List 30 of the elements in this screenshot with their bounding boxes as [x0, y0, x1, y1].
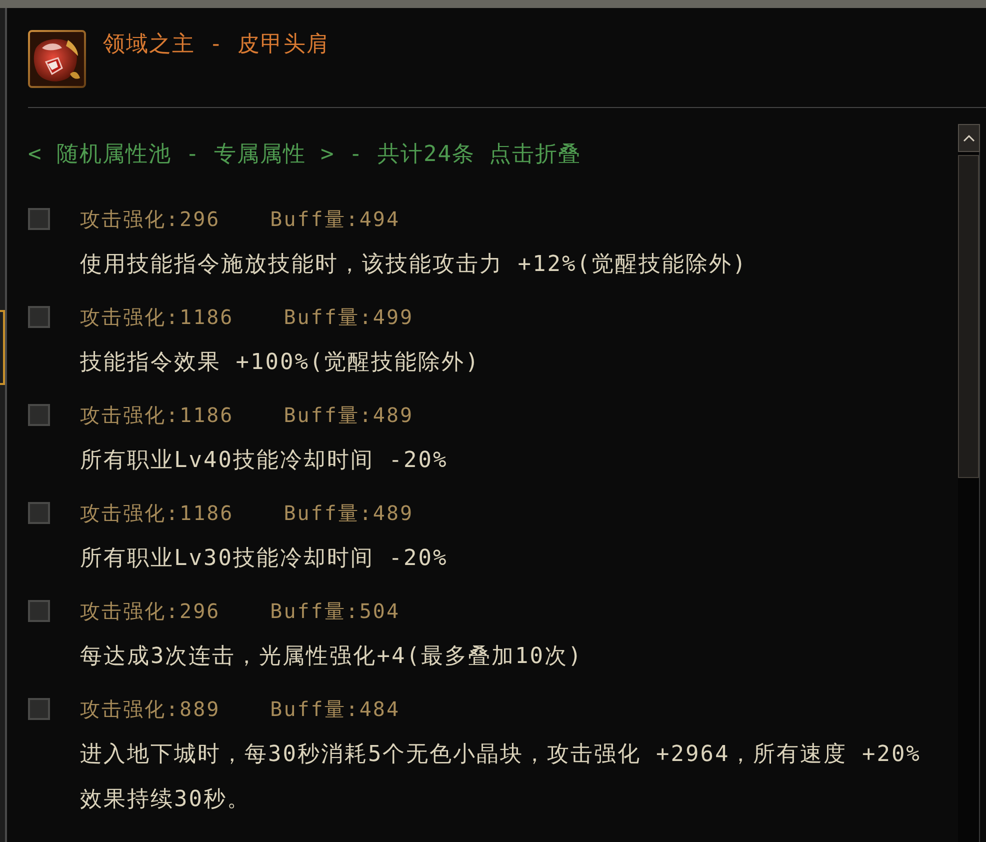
- buff-stat: Buff量:484: [270, 696, 400, 723]
- item-title: 领域之主 - 皮甲头肩: [103, 31, 330, 59]
- option-description: 使用技能指令施放技能时，该技能攻击力 +12%(觉醒技能除外): [80, 251, 748, 279]
- option-description: 技能指令效果 +100%(觉醒技能除外): [80, 349, 480, 377]
- attack-stat: 攻击强化:1186: [80, 402, 234, 429]
- option-description: 所有职业Lv40技能冷却时间 -20%: [80, 447, 448, 475]
- option-description: 每达成3次连击，光属性强化+4(最多叠加10次): [80, 643, 583, 671]
- chevron-up-icon: [963, 134, 975, 142]
- buff-stat: Buff量:494: [270, 206, 400, 233]
- attack-stat: 攻击强化:1186: [80, 304, 234, 331]
- armor-icon: [28, 30, 86, 88]
- checkbox[interactable]: [28, 404, 50, 426]
- checkbox[interactable]: [28, 600, 50, 622]
- attack-stat: 攻击强化:296: [80, 206, 220, 233]
- attack-stat: 攻击强化:1186: [80, 500, 234, 527]
- checkbox[interactable]: [28, 306, 50, 328]
- attack-stat: 攻击强化:296: [80, 598, 220, 625]
- option-description: 进入地下城时，每30秒消耗5个无色小晶块，攻击强化 +2964，所有速度 +20%效果持续30秒。: [80, 741, 922, 814]
- scrollbar-thumb[interactable]: [958, 155, 979, 478]
- checkbox[interactable]: [28, 502, 50, 524]
- attribute-pool-header[interactable]: < 随机属性池 - 专属属性 > - 共计24条 点击折叠: [28, 140, 582, 170]
- checkbox[interactable]: [28, 208, 50, 230]
- buff-stat: Buff量:489: [284, 500, 414, 527]
- scroll-up-button[interactable]: [958, 124, 980, 152]
- buff-stat: Buff量:499: [284, 304, 414, 331]
- buff-stat: Buff量:504: [270, 598, 400, 625]
- buff-stat: Buff量:489: [284, 402, 414, 429]
- attack-stat: 攻击强化:889: [80, 696, 220, 723]
- checkbox[interactable]: [28, 698, 50, 720]
- option-description: 所有职业Lv30技能冷却时间 -20%: [80, 545, 448, 573]
